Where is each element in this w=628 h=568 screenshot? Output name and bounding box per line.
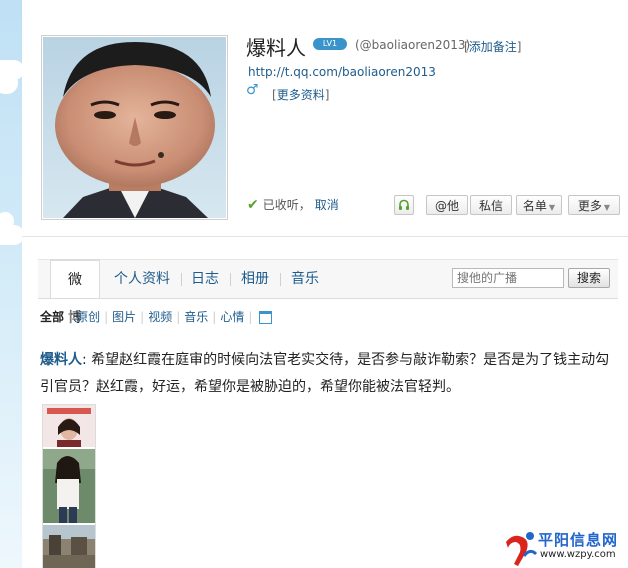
check-icon: ✔ [247, 196, 259, 213]
tab-music[interactable]: 音乐 [291, 260, 319, 298]
more-label: 更多 [577, 199, 602, 213]
cloud-decoration [0, 72, 18, 94]
post-body: 希望赵红霞在庭审的时候向法官老实交待，是否参与敲诈勒索？是否是为了钱主动勾引官员… [40, 352, 610, 395]
tab-divider [230, 273, 231, 286]
tab-album[interactable]: 相册 [241, 260, 269, 298]
list-label: 名单 [522, 199, 547, 213]
calendar-icon[interactable] [259, 311, 273, 324]
user-handle: (@baoliaoren2013) [355, 38, 471, 52]
bracket: ] [324, 88, 330, 102]
filter-divider: | [104, 309, 109, 324]
bracket: ] [516, 40, 522, 54]
post-text: 爆料人: 希望赵红霞在庭审的时候向法官老实交待，是否参与敲诈勒索？是否是为了钱主… [40, 347, 618, 401]
tab-divider [181, 273, 182, 286]
unfollow-link[interactable]: 取消 [315, 196, 339, 213]
listen-button[interactable] [394, 195, 414, 215]
headphones-icon [399, 199, 409, 210]
more-info-link[interactable]: 更多资料 [277, 88, 325, 102]
add-note-link[interactable]: 添加备注 [469, 40, 517, 54]
background-sky-strip [0, 0, 24, 568]
post-author-link[interactable]: 爆料人 [40, 352, 82, 368]
user-name: 爆料人 [246, 36, 306, 60]
watermark-site-url: www.wzpy.com [540, 549, 616, 560]
more-info: [更多资料] [272, 86, 329, 103]
profile-page: 爆料人 LV1 (@baoliaoren2013) [添加备注] http://… [0, 0, 628, 568]
profile-tabs: 微博 个人资料 日志 相册 音乐 搜索 [38, 259, 618, 326]
filter-original[interactable]: 原创 [76, 308, 100, 325]
avatar[interactable] [41, 35, 228, 220]
filter-divider: | [212, 309, 217, 324]
tab-blog[interactable]: 日志 [191, 260, 219, 298]
watermark-site-name: 平阳信息网 [538, 531, 619, 549]
mention-button[interactable]: @他 [426, 195, 468, 215]
feed-filters: 全部 | 原创 | 图片 | 视频 | 音乐 | 心情 | [40, 308, 273, 325]
tab-profile[interactable]: 个人资料 [114, 260, 170, 298]
profile-header: 爆料人 LV1 (@baoliaoren2013) [添加备注] http://… [22, 18, 628, 237]
search-input[interactable] [452, 268, 564, 288]
follow-status: ✔ 已收听， 取消 [247, 196, 339, 213]
post-image-collage [43, 405, 95, 568]
follow-status-text: 已收听， [262, 198, 311, 212]
post-image-thumbnail[interactable] [42, 404, 96, 568]
chevron-down-icon: ▼ [548, 203, 556, 212]
private-message-button[interactable]: 私信 [470, 195, 512, 215]
filter-music[interactable]: 音乐 [184, 308, 208, 325]
list-dropdown-button[interactable]: 名单 ▼ [516, 195, 562, 215]
more-dropdown-button[interactable]: 更多 ▼ [568, 195, 620, 215]
profile-url-link[interactable]: http://t.qq.com/baoliaoren2013 [248, 65, 436, 79]
add-note: [添加备注] [464, 38, 521, 55]
avatar-photo [43, 37, 226, 218]
tab-divider [280, 273, 281, 286]
filter-divider: | [176, 309, 181, 324]
filter-divider: | [140, 309, 145, 324]
filter-videos[interactable]: 视频 [148, 308, 172, 325]
filter-images[interactable]: 图片 [112, 308, 136, 325]
search-button[interactable]: 搜索 [568, 268, 610, 288]
tab-weibo[interactable]: 微博 [50, 259, 100, 326]
filter-divider: | [248, 309, 253, 324]
filter-all[interactable]: 全部 [40, 308, 64, 325]
filter-mood[interactable]: 心情 [220, 308, 244, 325]
chevron-down-icon: ▼ [603, 203, 611, 212]
filter-divider: | [68, 309, 73, 324]
level-badge[interactable]: LV1 [313, 38, 347, 50]
male-icon: ♂ [246, 82, 259, 98]
